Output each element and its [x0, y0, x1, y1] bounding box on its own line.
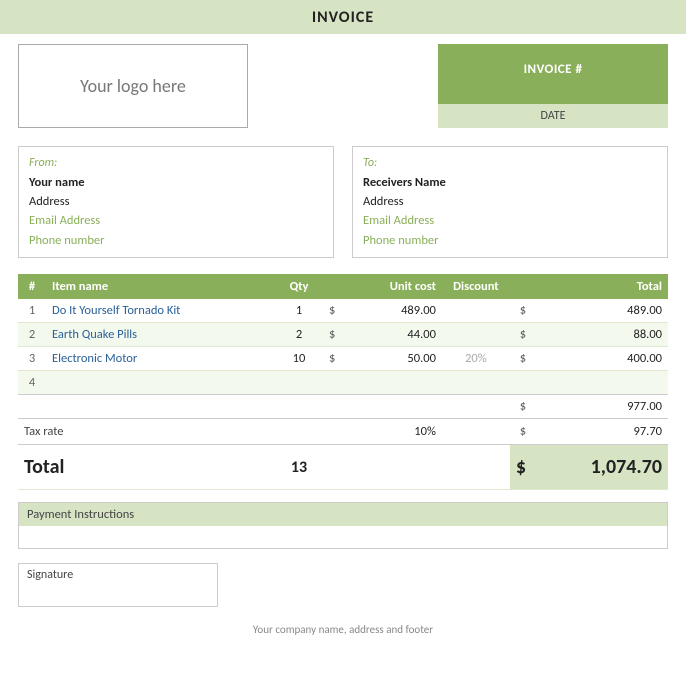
cell-discount — [442, 323, 510, 347]
invoice-title: INVOICE — [312, 8, 374, 27]
total-disc-spacer — [442, 445, 510, 490]
to-name: Receivers Name — [363, 173, 657, 192]
col-discount: Discount — [442, 274, 510, 299]
total-row: Total 13 $ 1,074.70 — [18, 445, 668, 490]
payment-content — [19, 526, 667, 548]
subtotal-dollar: $ — [510, 395, 532, 419]
cell-qty: 1 — [275, 299, 323, 323]
signature-label: Signature — [27, 568, 73, 582]
payment-box: Payment Instructions — [18, 502, 668, 549]
invoice-header: INVOICE — [0, 0, 686, 34]
tax-label: Tax rate — [18, 419, 275, 445]
payment-section: Payment Instructions — [0, 490, 686, 555]
total-spacer — [323, 445, 442, 490]
cell-unit-dollar: $ — [323, 299, 341, 323]
cell-unit-dollar: $ — [323, 323, 341, 347]
invoice-date-label: DATE — [438, 104, 668, 128]
cell-item — [46, 371, 275, 395]
cell-qty: 2 — [275, 323, 323, 347]
signature-box: Signature — [18, 563, 218, 607]
cell-num: 4 — [18, 371, 46, 395]
footer-text: Your company name, address and footer — [253, 623, 433, 636]
table-row: 3 Electronic Motor 10 $ 50.00 20% $ 400.… — [18, 347, 668, 371]
from-address-box: From: Your name Address Email Address Ph… — [18, 146, 334, 258]
subtotal-spacer — [18, 395, 510, 419]
table-row: 2 Earth Quake Pills 2 $ 44.00 $ 88.00 — [18, 323, 668, 347]
table-section: # Item name Qty Unit cost Discount Total… — [0, 266, 686, 490]
invoice-number-label: INVOICE # — [438, 44, 668, 104]
subtotal-row: $ 977.00 — [18, 395, 668, 419]
cell-unit-cost — [341, 371, 442, 395]
table-row: 1 Do It Yourself Tornado Kit 1 $ 489.00 … — [18, 299, 668, 323]
from-name: Your name — [29, 173, 323, 192]
table-header-row: # Item name Qty Unit cost Discount Total — [18, 274, 668, 299]
from-address: Address — [29, 192, 323, 211]
cell-num: 1 — [18, 299, 46, 323]
cell-total-dollar: $ — [510, 299, 532, 323]
total-amount: 1,074.70 — [532, 445, 668, 490]
cell-total-dollar: $ — [510, 347, 532, 371]
logo-text: Your logo here — [80, 75, 186, 97]
cell-total: 489.00 — [532, 299, 668, 323]
logo-box: Your logo here — [18, 44, 248, 128]
to-label: To: — [363, 154, 657, 173]
cell-discount — [442, 299, 510, 323]
items-table: # Item name Qty Unit cost Discount Total… — [18, 274, 668, 490]
to-email: Email Address — [363, 211, 657, 230]
cell-qty — [275, 371, 323, 395]
to-address-box: To: Receivers Name Address Email Address… — [352, 146, 668, 258]
cell-unit-cost: 489.00 — [341, 299, 442, 323]
cell-num: 2 — [18, 323, 46, 347]
to-address: Address — [363, 192, 657, 211]
cell-total: 400.00 — [532, 347, 668, 371]
from-phone: Phone number — [29, 231, 323, 250]
cell-unit-dollar: $ — [323, 347, 341, 371]
payment-label: Payment Instructions — [19, 503, 667, 526]
footer: Your company name, address and footer — [0, 613, 686, 642]
tax-rate: 10% — [341, 419, 442, 445]
cell-total-dollar: $ — [510, 323, 532, 347]
to-phone: Phone number — [363, 231, 657, 250]
subtotal-amount: 977.00 — [532, 395, 668, 419]
cell-num: 3 — [18, 347, 46, 371]
tax-row: Tax rate 10% $ 97.70 — [18, 419, 668, 445]
cell-unit-dollar — [323, 371, 341, 395]
cell-item: Electronic Motor — [46, 347, 275, 371]
col-num: # — [18, 274, 46, 299]
from-email: Email Address — [29, 211, 323, 230]
cell-discount: 20% — [442, 347, 510, 371]
col-total: Total — [510, 274, 668, 299]
cell-total — [532, 371, 668, 395]
cell-unit-cost: 44.00 — [341, 323, 442, 347]
cell-item: Earth Quake Pills — [46, 323, 275, 347]
cell-discount — [442, 371, 510, 395]
col-item: Item name — [46, 274, 275, 299]
total-label: Total — [18, 445, 275, 490]
cell-unit-cost: 50.00 — [341, 347, 442, 371]
tax-amount: 97.70 — [532, 419, 668, 445]
total-qty: 13 — [275, 445, 323, 490]
cell-item: Do It Yourself Tornado Kit — [46, 299, 275, 323]
signature-section: Signature — [0, 555, 686, 613]
invoice-meta: INVOICE # DATE — [438, 44, 668, 128]
cell-total-dollar — [510, 371, 532, 395]
address-section: From: Your name Address Email Address Ph… — [0, 138, 686, 266]
table-row: 4 — [18, 371, 668, 395]
cell-qty: 10 — [275, 347, 323, 371]
tax-spacer — [275, 419, 341, 445]
from-label: From: — [29, 154, 323, 173]
col-qty: Qty — [275, 274, 323, 299]
total-dollar: $ — [510, 445, 532, 490]
tax-dollar: $ — [510, 419, 532, 445]
cell-total: 88.00 — [532, 323, 668, 347]
tax-disc-spacer — [442, 419, 510, 445]
col-unit-cost: Unit cost — [323, 274, 442, 299]
top-section: Your logo here INVOICE # DATE — [0, 34, 686, 138]
invoice-page: INVOICE Your logo here INVOICE # DATE Fr… — [0, 0, 686, 698]
